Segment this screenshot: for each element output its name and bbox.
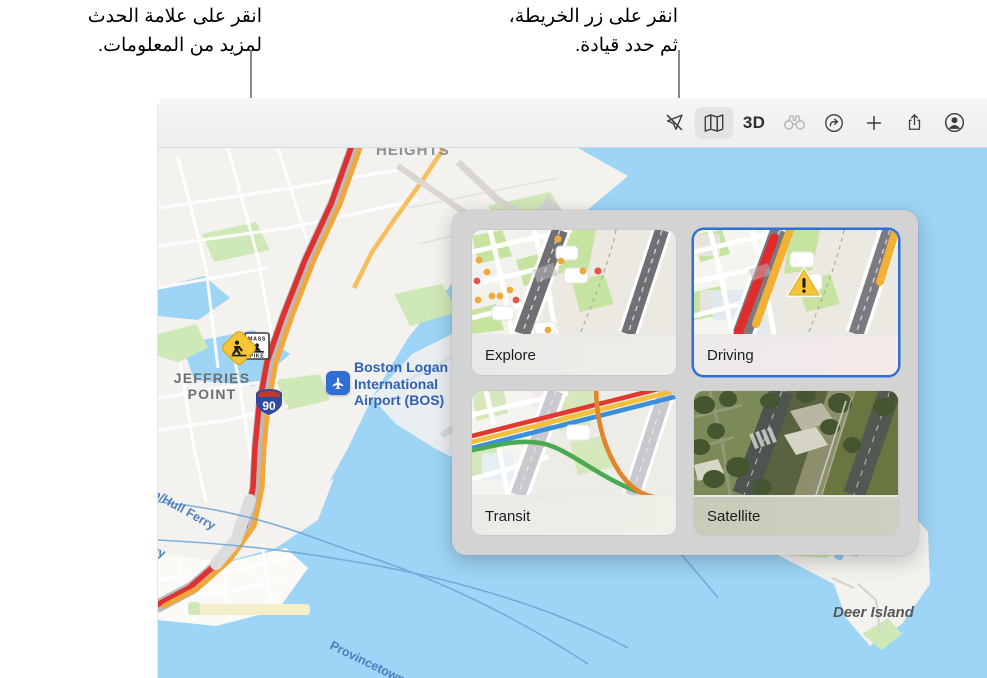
map-mode-card-driving[interactable]: Driving xyxy=(694,230,898,375)
map-mode-card-transit[interactable]: Transit xyxy=(472,390,676,535)
svg-text:90: 90 xyxy=(262,399,276,413)
add-button[interactable] xyxy=(855,107,893,139)
map-mode-popover: Explore Driving Transit Satellite xyxy=(452,210,918,555)
explore-thumbnail xyxy=(472,230,676,337)
explore-card-label: Explore xyxy=(472,336,676,375)
transit-card-label: Transit xyxy=(472,497,676,535)
map-mode-card-explore[interactable]: Explore xyxy=(472,230,676,375)
map-canvas[interactable]: HEIGHTS JEFFRIES POINT Boston Logan Inte… xyxy=(158,148,987,678)
driving-card-label: Driving xyxy=(694,336,898,375)
callout-text-left: انقر على علامة الحدث لمزيد من المعلومات. xyxy=(87,6,262,57)
map-button[interactable] xyxy=(695,106,733,139)
satellite-thumbnail xyxy=(694,390,898,498)
callout-text-right: انقر على زر الخريطة، ثم حدد قيادة. xyxy=(508,6,678,57)
directions-button[interactable] xyxy=(815,107,853,139)
warning-triangle-icon xyxy=(786,267,822,298)
location-off-icon[interactable] xyxy=(655,107,693,139)
3d-button-label: 3D xyxy=(742,112,766,132)
satellite-card-label: Satellite xyxy=(694,497,898,535)
3d-button[interactable]: 3D xyxy=(735,107,773,139)
screenshot-root: انقر على علامة الحدث لمزيد من المعلومات.… xyxy=(0,0,987,678)
share-button[interactable] xyxy=(895,107,933,139)
event-marker[interactable] xyxy=(222,331,256,365)
window-toolbar: 3D xyxy=(158,98,987,148)
interstate-90-shield-icon: 90 xyxy=(254,388,284,416)
driving-thumbnail xyxy=(694,230,898,337)
airport-pin-icon[interactable] xyxy=(326,371,350,395)
transit-thumbnail xyxy=(472,390,676,498)
binoculars-icon[interactable] xyxy=(775,107,813,139)
map-mode-card-satellite[interactable]: Satellite xyxy=(694,390,898,535)
popover-arrow xyxy=(536,196,562,211)
maps-window: 3D HEIGHTS JEFFRIES POINT Boston Logan I… xyxy=(158,98,987,678)
callout-leader-right-vertical xyxy=(678,50,680,105)
account-button[interactable] xyxy=(935,107,973,139)
